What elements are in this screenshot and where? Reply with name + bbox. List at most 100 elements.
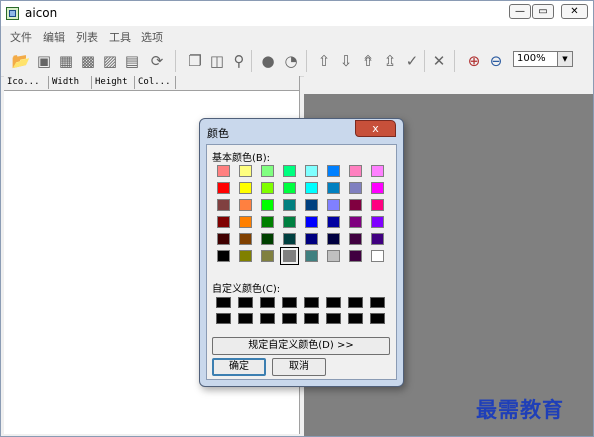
menu-edit[interactable]: 编辑 [43,29,65,45]
open-folder-icon[interactable]: 📂 [11,51,31,71]
color-swatch[interactable] [239,233,252,245]
color-swatch[interactable] [239,165,252,177]
custom-color-swatch[interactable] [238,297,253,308]
color-swatch[interactable] [239,250,252,262]
user-icon[interactable]: ● [258,51,278,71]
arrow-up-icon[interactable]: ⇧ [314,51,334,71]
menu-options[interactable]: 选项 [141,29,163,45]
color-swatch[interactable] [217,216,230,228]
menu-tools[interactable]: 工具 [109,29,131,45]
color-swatch[interactable] [327,233,340,245]
custom-color-swatch[interactable] [260,297,275,308]
color-swatch[interactable] [327,182,340,194]
save-icon[interactable]: ▣ [34,51,54,71]
color-swatch[interactable] [261,250,274,262]
color-swatch[interactable] [327,250,340,262]
export-icon[interactable]: ▩ [78,51,98,71]
color-swatch[interactable] [283,182,296,194]
column-icon[interactable]: Ico... [4,76,49,89]
color-swatch[interactable] [305,250,318,262]
copy-icon[interactable]: ❐ [185,51,205,71]
zoom-in-icon[interactable]: ⊕ [464,51,484,71]
menu-list[interactable]: 列表 [76,29,98,45]
check-icon[interactable]: ✓ [402,51,422,71]
color-swatch[interactable] [239,182,252,194]
arrow-bottom-icon[interactable]: ⇫ [380,51,400,71]
color-swatch[interactable] [305,216,318,228]
color-swatch[interactable] [327,165,340,177]
custom-color-swatch[interactable] [216,297,231,308]
color-swatch[interactable] [327,216,340,228]
color-swatch[interactable] [349,182,362,194]
user-alt-icon[interactable]: ◔ [281,51,301,71]
find-icon[interactable]: ⚲ [229,51,249,71]
custom-color-swatch[interactable] [326,313,341,324]
custom-color-swatch[interactable] [260,313,275,324]
color-swatch[interactable] [280,247,299,265]
color-swatch[interactable] [305,199,318,211]
chevron-down-icon[interactable]: ▼ [557,52,572,66]
refresh-icon[interactable]: ⟳ [147,51,167,71]
color-swatch[interactable] [217,182,230,194]
define-custom-colors-button[interactable]: 规定自定义颜色(D) >> [212,337,390,355]
color-swatch[interactable] [261,182,274,194]
column-colors[interactable]: Col... [135,76,176,89]
custom-color-swatch[interactable] [348,313,363,324]
color-swatch[interactable] [349,165,362,177]
color-swatch[interactable] [349,216,362,228]
custom-color-swatch[interactable] [238,313,253,324]
color-swatch[interactable] [261,199,274,211]
arrow-down-icon[interactable]: ⇩ [336,51,356,71]
custom-color-swatch[interactable] [282,313,297,324]
column-width[interactable]: Width [49,76,92,89]
menu-file[interactable]: 文件 [10,29,32,45]
color-swatch[interactable] [327,199,340,211]
dialog-close-button[interactable]: x [355,120,396,137]
color-swatch[interactable] [239,199,252,211]
color-swatch[interactable] [261,165,274,177]
custom-color-swatch[interactable] [326,297,341,308]
extract-icon[interactable]: ▨ [100,51,120,71]
ok-button[interactable]: 确定 [212,358,266,376]
color-swatch[interactable] [305,182,318,194]
color-swatch[interactable] [349,250,362,262]
color-swatch[interactable] [283,165,296,177]
color-swatch[interactable] [239,216,252,228]
arrow-top-icon[interactable]: ⇮ [358,51,378,71]
color-swatch[interactable] [305,233,318,245]
color-swatch[interactable] [283,233,296,245]
custom-color-swatch[interactable] [370,313,385,324]
close-button[interactable]: ✕ [561,4,588,19]
custom-color-swatch[interactable] [282,297,297,308]
color-swatch[interactable] [217,250,230,262]
color-swatch[interactable] [261,216,274,228]
color-swatch[interactable] [371,165,384,177]
color-swatch[interactable] [371,250,384,262]
color-swatch[interactable] [217,165,230,177]
color-swatch[interactable] [349,199,362,211]
extract-all-icon[interactable]: ▤ [122,51,142,71]
restore-button[interactable]: ▭ [532,4,554,19]
color-swatch[interactable] [305,165,318,177]
custom-color-swatch[interactable] [348,297,363,308]
custom-color-swatch[interactable] [370,297,385,308]
color-swatch[interactable] [261,233,274,245]
minimize-button[interactable]: — [509,4,531,19]
color-swatch[interactable] [217,199,230,211]
cancel-button[interactable]: 取消 [272,358,326,376]
column-height[interactable]: Height [92,76,135,89]
color-swatch[interactable] [217,233,230,245]
color-swatch[interactable] [371,216,384,228]
paste-icon[interactable]: ◫ [207,51,227,71]
save-as-icon[interactable]: ▦ [56,51,76,71]
color-swatch[interactable] [371,182,384,194]
custom-color-swatch[interactable] [216,313,231,324]
zoom-out-icon[interactable]: ⊖ [486,51,506,71]
custom-color-swatch[interactable] [304,297,319,308]
color-swatch[interactable] [349,233,362,245]
zoom-select[interactable]: 100% ▼ [513,51,573,67]
delete-icon[interactable]: ✕ [429,51,449,71]
color-swatch[interactable] [371,233,384,245]
color-swatch[interactable] [371,199,384,211]
custom-color-swatch[interactable] [304,313,319,324]
